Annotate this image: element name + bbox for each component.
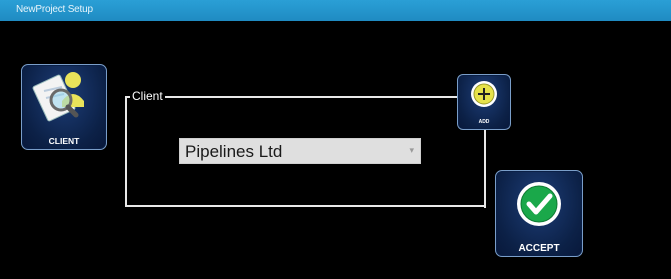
client-search-icon: [32, 72, 84, 122]
client-group-legend: Client: [130, 89, 165, 103]
accept-button[interactable]: ACCEPT: [495, 170, 583, 257]
add-plus-icon: [471, 81, 497, 107]
add-button[interactable]: ADD: [457, 74, 511, 130]
chevron-down-icon[interactable]: ▾: [409, 145, 414, 156]
add-button-label: ADD: [478, 119, 490, 125]
client-select[interactable]: Pipelines Ltd ▾: [179, 138, 421, 164]
title-bar: NewProject Setup: [0, 0, 671, 21]
checkmark-icon: [517, 182, 561, 226]
client-button-label: CLIENT: [48, 136, 80, 146]
client-button[interactable]: CLIENT: [21, 64, 107, 150]
groupbox-right-edge: [484, 128, 486, 208]
accept-button-label: ACCEPT: [518, 243, 560, 254]
window-title: NewProject Setup: [16, 4, 93, 15]
client-select-value: Pipelines Ltd: [185, 142, 283, 161]
